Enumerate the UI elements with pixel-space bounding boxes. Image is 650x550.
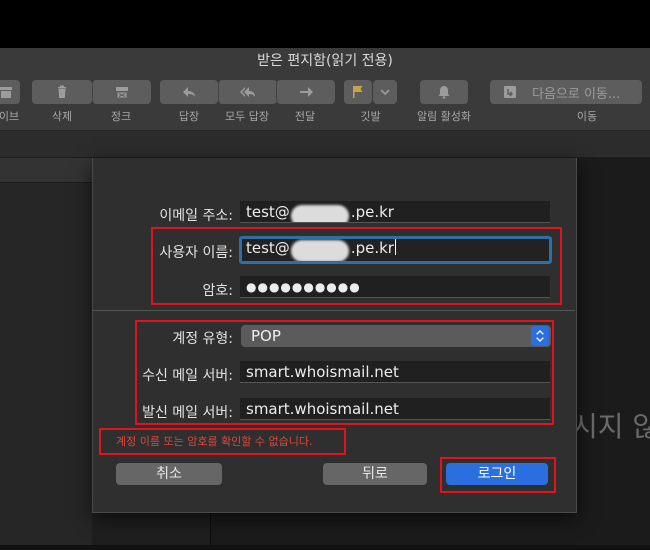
mailbox-sidebar	[0, 158, 92, 550]
junk-label: 정크	[110, 110, 132, 123]
archive-button[interactable]	[0, 80, 20, 104]
bottom-bar	[0, 545, 650, 550]
reply-icon	[183, 87, 195, 97]
forward-button[interactable]	[276, 80, 335, 104]
archive-label: 이브	[0, 110, 20, 123]
forward-label: 전달	[294, 110, 316, 123]
chevron-down-icon	[380, 89, 390, 96]
section-divider	[92, 310, 575, 311]
reply-all-label: 모두 답장	[225, 110, 269, 123]
notify-button[interactable]	[420, 80, 468, 104]
reply-all-button[interactable]	[218, 80, 277, 104]
cancel-button[interactable]: 취소	[116, 463, 222, 485]
forward-arrow-icon	[300, 87, 313, 97]
move-button[interactable]: 다음으로 이동...	[490, 80, 642, 104]
back-button[interactable]: 뒤로	[323, 463, 427, 485]
reply-all-icon	[240, 87, 255, 97]
window-title: 받은 편지함(읽기 전용)	[257, 53, 393, 69]
email-suffix: .pe.kr	[350, 203, 394, 221]
notify-label: 알림 활성화	[416, 110, 472, 123]
archive-icon	[0, 87, 12, 98]
flag-label: 깃발	[360, 110, 381, 123]
delete-label: 삭제	[51, 110, 73, 123]
message-pane-placeholder: 시지 않	[572, 410, 650, 443]
move-to-folder-icon	[504, 86, 516, 98]
bell-icon	[438, 86, 450, 99]
sidebar-selected-row[interactable]	[0, 158, 92, 183]
email-label: 이메일 주소:	[159, 208, 233, 224]
highlight-box-error	[99, 428, 346, 455]
flag-dropdown-button[interactable]	[373, 80, 397, 104]
junk-button[interactable]	[92, 80, 151, 104]
highlight-box-login	[440, 457, 556, 493]
toolbar: 이브 삭제 정크 답장 모두 답장 전달 깃발 알림 활성화 다음으로 이동..…	[0, 74, 650, 131]
move-label: 이동	[576, 110, 598, 123]
reply-button[interactable]	[160, 80, 218, 104]
email-field[interactable]: test@ .pe.kr	[240, 201, 550, 223]
email-prefix: test@	[246, 203, 290, 221]
trash-icon	[58, 85, 66, 98]
delete-button[interactable]	[32, 80, 92, 104]
flag-button[interactable]	[344, 80, 372, 104]
move-button-label: 다음으로 이동...	[532, 86, 621, 102]
reply-label: 답장	[178, 110, 200, 123]
highlight-box-credentials	[151, 227, 562, 305]
redaction-blur	[290, 204, 349, 222]
tab-strip	[0, 131, 650, 158]
junk-icon	[116, 87, 128, 99]
highlight-box-servers	[135, 320, 554, 425]
flag-icon	[353, 86, 363, 98]
